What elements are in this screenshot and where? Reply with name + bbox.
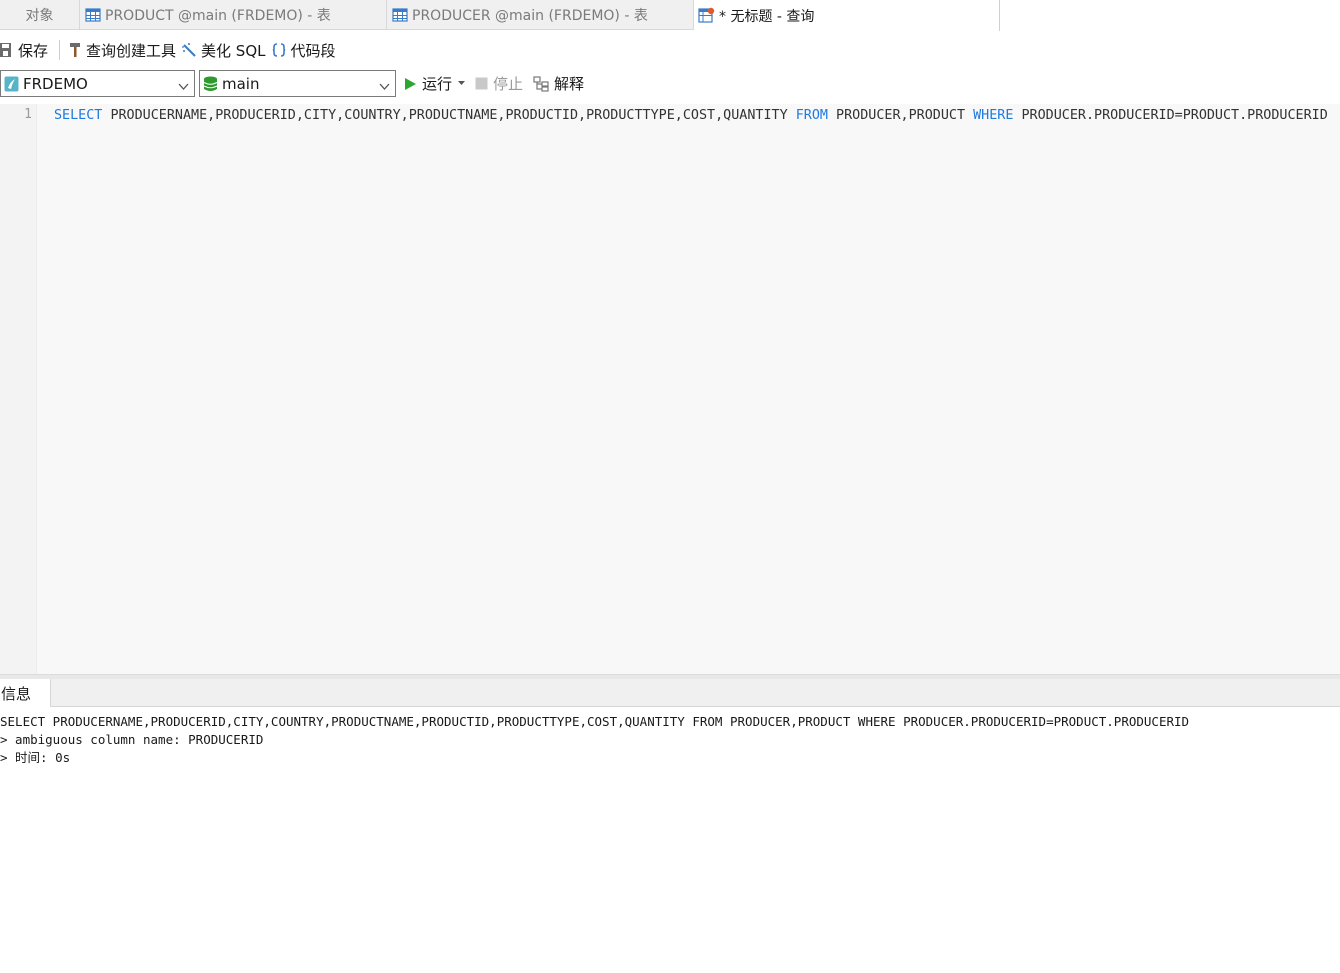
sql-code[interactable]: SELECT PRODUCERNAME,PRODUCERID,CITY,COUN… <box>54 106 1329 126</box>
tab-messages[interactable]: 信息 <box>0 679 51 707</box>
message-line: > 时间: 0s <box>0 750 71 765</box>
connection-value: FRDEMO <box>23 74 88 93</box>
run-label: 运行 <box>422 75 453 93</box>
chevron-down-icon <box>178 78 189 96</box>
beautify-sql-label: 美化 SQL <box>201 41 266 60</box>
stop-label: 停止 <box>493 75 524 93</box>
database-value: main <box>222 74 260 93</box>
tab-producer-label: PRODUCER @main (FRDEMO) - 表 <box>412 8 648 24</box>
database-icon <box>203 76 218 92</box>
save-icon <box>0 42 14 58</box>
sql-condition: PRODUCER.PRODUCERID=PRODUCT.PRODUCERID <box>1021 108 1328 123</box>
stop-button[interactable]: 停止 <box>475 73 523 94</box>
query-builder-button[interactable]: 查询创建工具 <box>68 37 181 63</box>
sql-editor[interactable]: 1 SELECT PRODUCERNAME,PRODUCERID,CITY,CO… <box>0 104 1340 674</box>
result-tab-bar: 信息 <box>0 679 1340 707</box>
tab-objects-label: 对象 <box>25 8 54 24</box>
sql-keyword-where: WHERE <box>973 108 1014 123</box>
tab-producer-table[interactable]: PRODUCER @main (FRDEMO) - 表 <box>387 0 694 30</box>
tab-objects[interactable]: 对象 <box>0 0 80 30</box>
message-line: > ambiguous column name: PRODUCERID <box>0 732 264 747</box>
chevron-down-icon <box>379 78 390 96</box>
explain-button[interactable]: 解释 <box>533 73 584 94</box>
run-dropdown-icon[interactable] <box>458 81 466 86</box>
query-icon <box>698 7 715 24</box>
code-snippet-label: 代码段 <box>290 41 336 60</box>
database-select[interactable]: main <box>199 70 396 97</box>
magic-wand-icon <box>181 42 197 58</box>
toolbar-divider <box>59 40 61 60</box>
play-icon <box>404 77 417 91</box>
line-number: 1 <box>24 107 32 122</box>
sql-column-list: PRODUCERNAME,PRODUCERID,CITY,COUNTRY,PRO… <box>110 108 788 123</box>
connection-select[interactable]: FRDEMO <box>0 70 195 97</box>
braces-icon <box>271 42 287 58</box>
code-snippet-button[interactable]: 代码段 <box>271 37 341 63</box>
document-tab-bar: 对象 PRODUCT @main (FRDEMO) - 表 PRODUCER @… <box>0 0 1340 31</box>
message-line: SELECT PRODUCERNAME,PRODUCERID,CITY,COUN… <box>0 714 1190 729</box>
tab-product-label: PRODUCT @main (FRDEMO) - 表 <box>105 8 331 24</box>
stop-icon <box>475 77 488 90</box>
tab-product-table[interactable]: PRODUCT @main (FRDEMO) - 表 <box>80 0 387 30</box>
query-builder-label: 查询创建工具 <box>86 41 177 60</box>
hammer-icon <box>68 42 82 58</box>
tab-messages-label: 信息 <box>1 684 32 703</box>
table-icon <box>392 7 408 23</box>
table-icon <box>85 7 101 23</box>
tab-untitled-query[interactable]: * 无标题 - 查询 <box>694 0 1000 31</box>
tab-query-label: * 无标题 - 查询 <box>719 8 815 25</box>
sqlite-connection-icon <box>4 76 19 92</box>
run-button[interactable]: 运行 <box>404 73 466 94</box>
explain-icon <box>533 75 549 92</box>
query-toolbar: 保存 查询创建工具 美化 SQL 代码段 <box>0 35 341 65</box>
connection-bar: FRDEMO main 运行 停止 解释 <box>0 69 1340 99</box>
run-controls: 运行 停止 解释 <box>404 70 594 97</box>
save-button[interactable]: 保存 <box>0 37 53 63</box>
explain-label: 解释 <box>554 75 585 93</box>
sql-table-list: PRODUCER,PRODUCT <box>836 108 966 123</box>
sql-keyword-from: FROM <box>795 108 828 123</box>
save-label: 保存 <box>18 41 49 60</box>
line-number-gutter: 1 <box>0 104 37 674</box>
sql-keyword-select: SELECT <box>54 108 103 123</box>
beautify-sql-button[interactable]: 美化 SQL <box>181 37 270 63</box>
message-output: SELECT PRODUCERNAME,PRODUCERID,CITY,COUN… <box>0 713 1340 767</box>
